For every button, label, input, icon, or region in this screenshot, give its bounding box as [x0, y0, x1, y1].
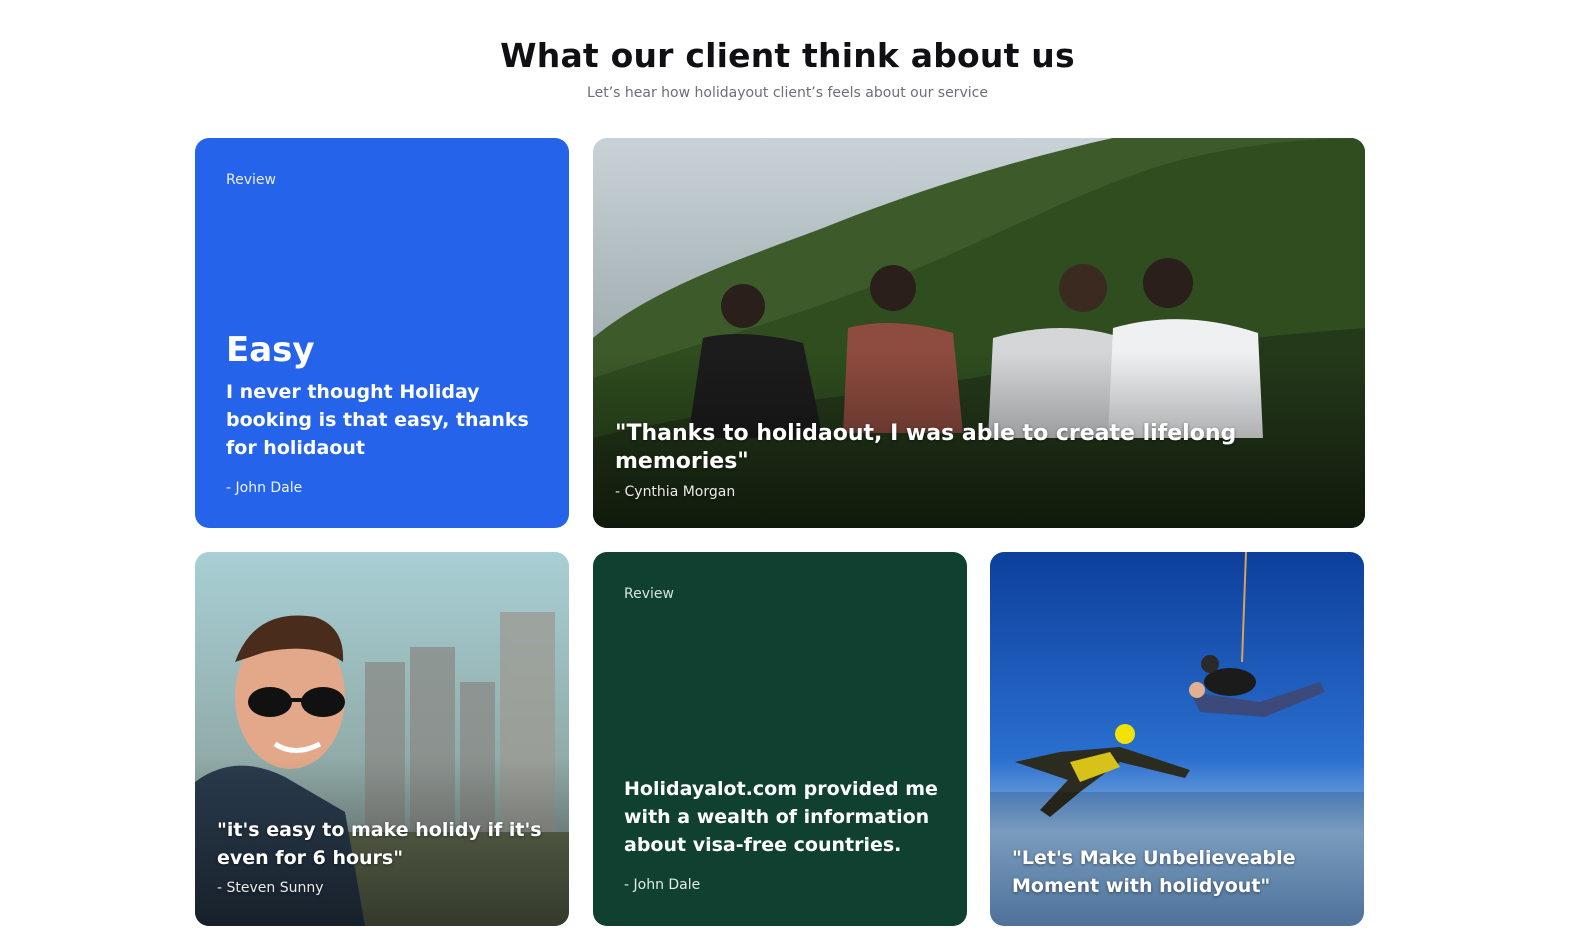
photo-card-skydivers[interactable]: "Let's Make Unbelieveable Moment with ho… — [990, 552, 1364, 926]
man-quote-block: "it's easy to make holidy if it's even f… — [217, 816, 549, 896]
review-quote: I never thought Holiday booking is that … — [226, 381, 529, 459]
review-tag: Review — [624, 586, 674, 602]
hikers-author: - Cynthia Morgan — [615, 484, 736, 500]
section-title: What our client think about us — [500, 36, 1075, 75]
man-author: - Steven Sunny — [217, 880, 324, 896]
photo-card-hikers[interactable]: "Thanks to holidaout, I was able to crea… — [593, 138, 1365, 528]
review-text-block: Easy I never thought Holiday booking is … — [226, 330, 543, 496]
skydivers-quote: "Let's Make Unbelieveable Moment with ho… — [1012, 847, 1296, 897]
review-author: - John Dale — [226, 480, 303, 496]
review-tag: Review — [226, 172, 276, 188]
section-header: What our client think about us Let’s hea… — [0, 36, 1575, 101]
hikers-quote-block: "Thanks to holidaout, I was able to crea… — [615, 420, 1345, 500]
photo-card-man[interactable]: "it's easy to make holidy if it's even f… — [195, 552, 569, 926]
review-card-easy[interactable]: Review Easy I never thought Holiday book… — [195, 138, 569, 528]
hikers-quote: "Thanks to holidaout, I was able to crea… — [615, 421, 1237, 474]
man-quote: "it's easy to make holidy if it's even f… — [217, 819, 542, 869]
review-quote: Holidayalot.com provided me with a wealt… — [624, 778, 938, 856]
review-author: - John Dale — [624, 877, 701, 893]
review-text-block: Holidayalot.com provided me with a wealt… — [624, 775, 941, 893]
review-card-visa[interactable]: Review Holidayalot.com provided me with … — [593, 552, 967, 926]
section-subtitle: Let’s hear how holidayout client’s feels… — [587, 85, 988, 101]
skydivers-quote-block: "Let's Make Unbelieveable Moment with ho… — [1012, 844, 1344, 900]
review-headline: Easy — [226, 330, 315, 370]
testimonials-section: What our client think about us Let’s hea… — [0, 0, 1575, 931]
